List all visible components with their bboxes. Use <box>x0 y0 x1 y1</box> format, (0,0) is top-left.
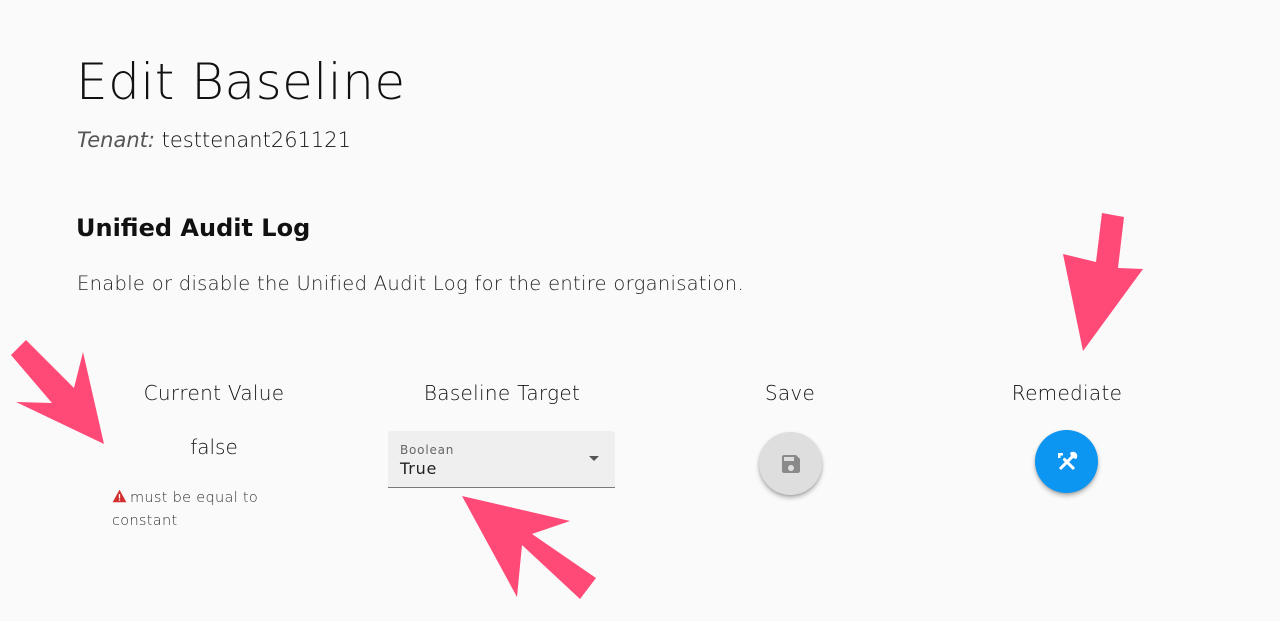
tenant-value: testtenant261121 <box>161 128 352 152</box>
save-heading: Save <box>764 381 816 405</box>
edit-baseline-page: Edit Baseline Tenant: testtenant261121 U… <box>0 0 1280 621</box>
annotation-arrow-baseline-target <box>462 496 596 599</box>
caret-down-icon[interactable] <box>589 456 599 461</box>
floppy-disk-icon <box>781 454 800 473</box>
warning-icon <box>112 489 127 503</box>
setting-title: Unified Audit Log <box>76 214 311 242</box>
validation-error-text: must be equal to constant <box>112 490 259 529</box>
tools-icon <box>1057 451 1077 470</box>
setting-description: Enable or disable the Unified Audit Log … <box>77 272 744 295</box>
baseline-target-select[interactable]: Boolean True <box>388 431 615 488</box>
annotation-arrow-current-value <box>11 340 104 444</box>
current-value-heading: Current Value <box>143 381 285 405</box>
remediate-button[interactable] <box>1035 430 1098 493</box>
remediate-heading: Remediate <box>1011 381 1123 405</box>
save-button[interactable] <box>759 432 822 495</box>
current-value: false <box>190 435 238 459</box>
page-title: Edit Baseline <box>76 53 406 111</box>
select-value: True <box>400 459 438 478</box>
annotation-arrow-remediate <box>1063 213 1143 351</box>
tenant-label: Tenant: <box>77 128 155 152</box>
tenant-line: Tenant: testtenant261121 <box>77 128 351 152</box>
select-label: Boolean <box>400 443 455 457</box>
validation-error: must be equal to constant <box>112 487 292 533</box>
baseline-target-heading: Baseline Target <box>423 381 581 405</box>
